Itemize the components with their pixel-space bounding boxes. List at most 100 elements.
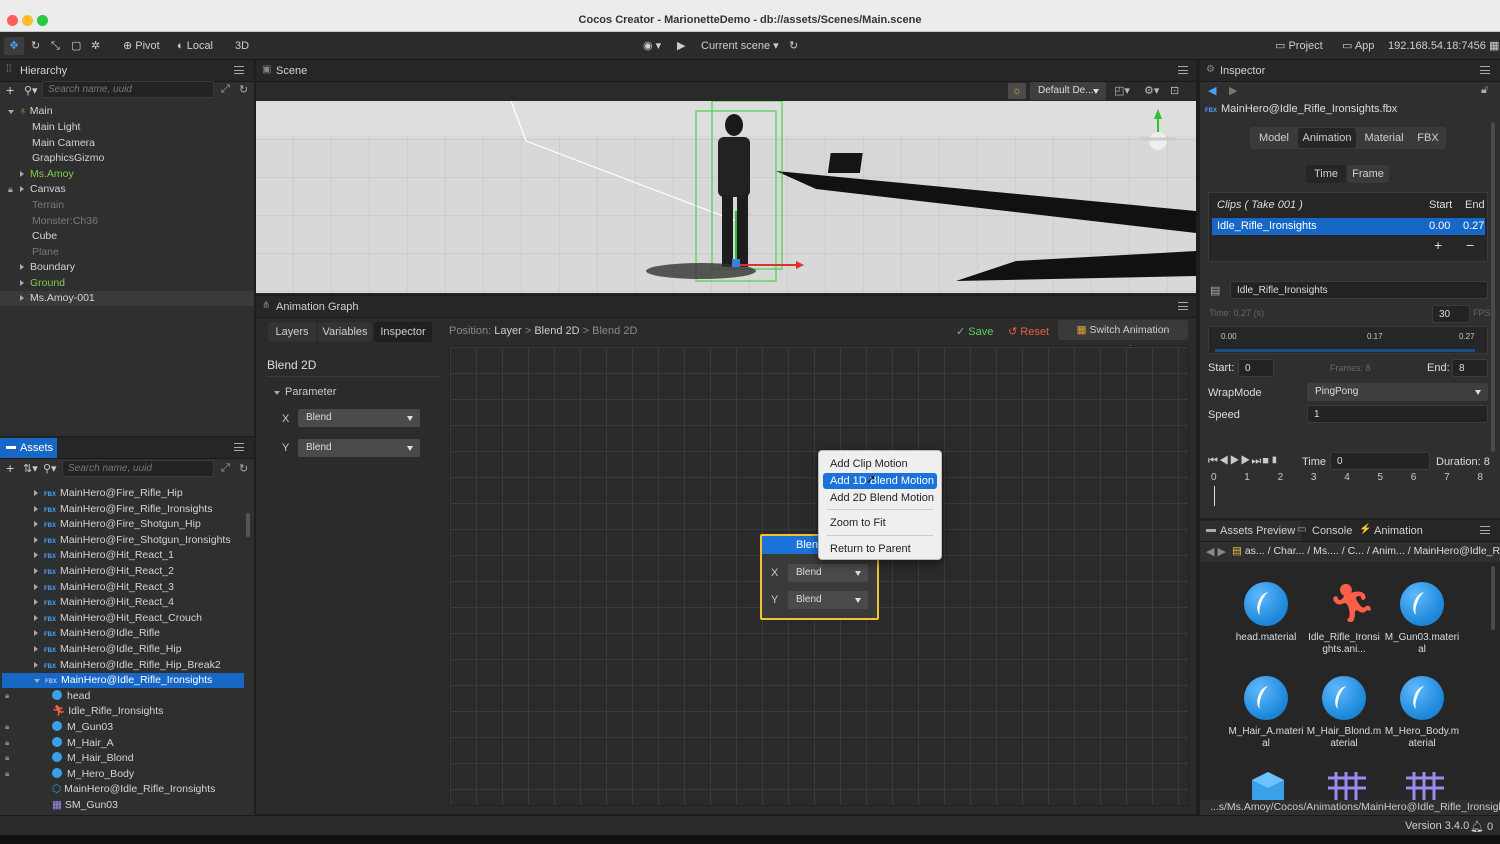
menu-item-zoom-to-fit[interactable]: Zoom to Fit (824, 515, 936, 531)
asset-item[interactable]: FBX MainHero@Hit_React_2 (34, 564, 174, 579)
x-parameter-select[interactable]: Blend (298, 409, 420, 427)
3d-toggle[interactable]: 3D (230, 37, 254, 55)
scene-select[interactable]: Current scene ▾ (696, 37, 784, 55)
asset-item[interactable]: FBX MainHero@Fire_Shotgun_Ironsights (34, 533, 231, 548)
collapse-arrow-icon[interactable] (274, 391, 280, 395)
hierarchy-menu-icon[interactable] (234, 66, 244, 74)
expand-arrow-icon[interactable] (34, 661, 38, 668)
end-field[interactable]: 8 (1452, 359, 1488, 377)
asset-item[interactable]: FBX MainHero@Idle_Rifle_Hip_Break2 (34, 658, 221, 673)
assets-search-input[interactable]: Search name, uuid (62, 460, 214, 477)
menu-item-return-to-parent[interactable]: Return to Parent (824, 541, 936, 557)
prev-frame-icon[interactable]: ◀ (1219, 455, 1230, 467)
speed-field[interactable]: 1 (1307, 405, 1488, 423)
path-segment[interactable]: Char... (1273, 545, 1304, 557)
preview-item-label[interactable]: M_Gun03.material (1384, 632, 1460, 656)
expand-icon[interactable]: ⤢ (221, 83, 230, 96)
breadcrumb-item[interactable]: Layer (494, 325, 522, 337)
clip-name-field[interactable]: Idle_Rifle_Ironsights (1230, 281, 1488, 299)
tab-layers[interactable]: Layers (268, 322, 316, 342)
scene-viewport[interactable] (256, 101, 1196, 293)
tab-inspector[interactable]: Inspector (374, 322, 432, 342)
assets-menu-icon[interactable] (234, 443, 244, 451)
time-field[interactable]: 0 (1330, 452, 1430, 470)
path-segment[interactable]: C... (1348, 545, 1364, 557)
camera-select[interactable]: Default De... (1030, 82, 1106, 100)
platform-globe-icon[interactable]: ◉ ▾ (638, 37, 666, 55)
light-icon[interactable]: ☼ (1008, 83, 1026, 99)
search-icon[interactable]: ⚲▾ (43, 462, 57, 475)
lock-icon[interactable]: 🔒︎ (5, 722, 9, 732)
tab-fbx[interactable]: FBX (1411, 128, 1445, 148)
expand-arrow-icon[interactable] (20, 295, 24, 301)
asset-item[interactable]: FBX MainHero@Fire_Shotgun_Hip (34, 517, 201, 532)
event-icon[interactable]: ▮ (1270, 455, 1280, 467)
expand-arrow-icon[interactable] (34, 568, 38, 574)
collapse-arrow-icon[interactable] (34, 679, 40, 684)
node-x-select[interactable]: Blend (788, 564, 868, 582)
inspector-menu-icon[interactable] (1480, 66, 1490, 74)
asset-child-item[interactable]: 🏃︎ Idle_Rifle_Ironsights (52, 704, 163, 719)
tree-node[interactable]: GraphicsGizmo (32, 151, 104, 166)
preview-item-label[interactable]: Idle_Rifle_Ironsights.ani... (1306, 632, 1382, 656)
add-asset-icon[interactable]: + (6, 460, 14, 476)
tree-node[interactable]: Ground (20, 276, 65, 291)
forward-arrow-icon[interactable]: ▶ (1218, 546, 1226, 558)
refresh-assets-icon[interactable]: ↻ (239, 462, 248, 475)
expand-arrow-icon[interactable] (34, 536, 38, 543)
asset-child-item[interactable]: head (52, 689, 90, 704)
path-segment[interactable]: MainHero@Idle_Rif... (1414, 545, 1500, 557)
material-icon[interactable] (1244, 582, 1288, 626)
rect-tool-icon[interactable]: ▢ (66, 37, 86, 55)
asset-item[interactable]: FBX MainHero@Idle_Rifle_Hip (34, 642, 182, 657)
parameter-section[interactable]: Parameter (274, 386, 336, 398)
wrapmode-select[interactable]: PingPong (1307, 383, 1488, 401)
forward-arrow-icon[interactable]: ▶ (1229, 84, 1237, 97)
first-frame-icon[interactable]: ⏮ (1208, 455, 1219, 467)
view-options-icon[interactable]: ◰▾ (1114, 84, 1130, 97)
asset-child-item[interactable]: M_Hair_A (52, 736, 114, 751)
lock-icon[interactable]: 🔒︎ (5, 738, 9, 748)
lock-icon[interactable]: 🔒︎ (5, 753, 9, 763)
asset-item[interactable]: FBX MainHero@Hit_React_1 (34, 548, 174, 563)
save-button[interactable]: ✓ Save (956, 325, 993, 338)
asset-item[interactable]: FBX MainHero@Idle_Rifle (34, 626, 160, 641)
add-clip-icon[interactable]: + (1434, 237, 1442, 253)
material-icon[interactable] (1244, 676, 1288, 720)
switch-graphs-button[interactable]: ▦ Switch Animation Graphs (1058, 320, 1188, 356)
expand-arrow-icon[interactable] (20, 171, 24, 177)
search-icon[interactable]: ⚲▾ (24, 84, 38, 97)
notifications[interactable]: 🔔︎ 0 (1470, 820, 1493, 833)
clip-row[interactable]: Idle_Rifle_Ironsights 0.00 0.27 (1212, 218, 1485, 235)
lock-icon[interactable]: 🔒︎ (8, 184, 13, 195)
collapse-arrow-icon[interactable] (8, 110, 14, 114)
animation-clip-icon[interactable]: 🏃︎ (1322, 582, 1376, 626)
add-node-icon[interactable]: + (6, 82, 14, 98)
asset-child-item[interactable]: M_Hair_Blond (52, 751, 134, 766)
maximize-view-icon[interactable]: ⊡ (1170, 84, 1179, 97)
inspector-scrollbar[interactable] (1491, 122, 1495, 452)
tab-model[interactable]: Model (1251, 128, 1297, 148)
asset-item[interactable]: FBX MainHero@Idle_Rifle_Ironsights (2, 673, 244, 689)
refresh-hierarchy-icon[interactable]: ↻ (239, 83, 248, 96)
clip-timeline[interactable]: 0.00 0.17 0.27 (1208, 326, 1488, 354)
tree-node[interactable]: Boundary (20, 260, 75, 275)
tree-node[interactable]: Main Camera (32, 136, 95, 151)
project-button[interactable]: ▭ Project (1270, 37, 1328, 55)
last-frame-icon[interactable]: ⏭ (1251, 455, 1262, 467)
material-icon[interactable] (1400, 582, 1444, 626)
unlock-icon[interactable]: 🔓︎ (1481, 84, 1488, 97)
tree-node[interactable]: Plane (32, 245, 59, 260)
expand-arrow-icon[interactable] (20, 186, 24, 192)
tab-animation[interactable]: Animation (1298, 128, 1356, 148)
path-segment[interactable]: Ms.... (1313, 545, 1339, 557)
preview-item-label[interactable]: M_Hero_Body.material (1384, 726, 1460, 750)
preview-scrollbar[interactable] (1491, 566, 1495, 630)
menu-item-add-clip-motion[interactable]: Add Clip Motion (824, 456, 936, 472)
back-arrow-icon[interactable]: ◀ (1208, 84, 1216, 97)
path-segment[interactable]: Anim... (1372, 545, 1405, 557)
asset-item[interactable]: FBX MainHero@Hit_React_3 (34, 580, 174, 595)
asset-child-item[interactable]: M_Gun03 (52, 720, 113, 735)
scale-tool-icon[interactable]: ⤡ (46, 37, 65, 55)
tab-material[interactable]: Material (1358, 128, 1410, 148)
